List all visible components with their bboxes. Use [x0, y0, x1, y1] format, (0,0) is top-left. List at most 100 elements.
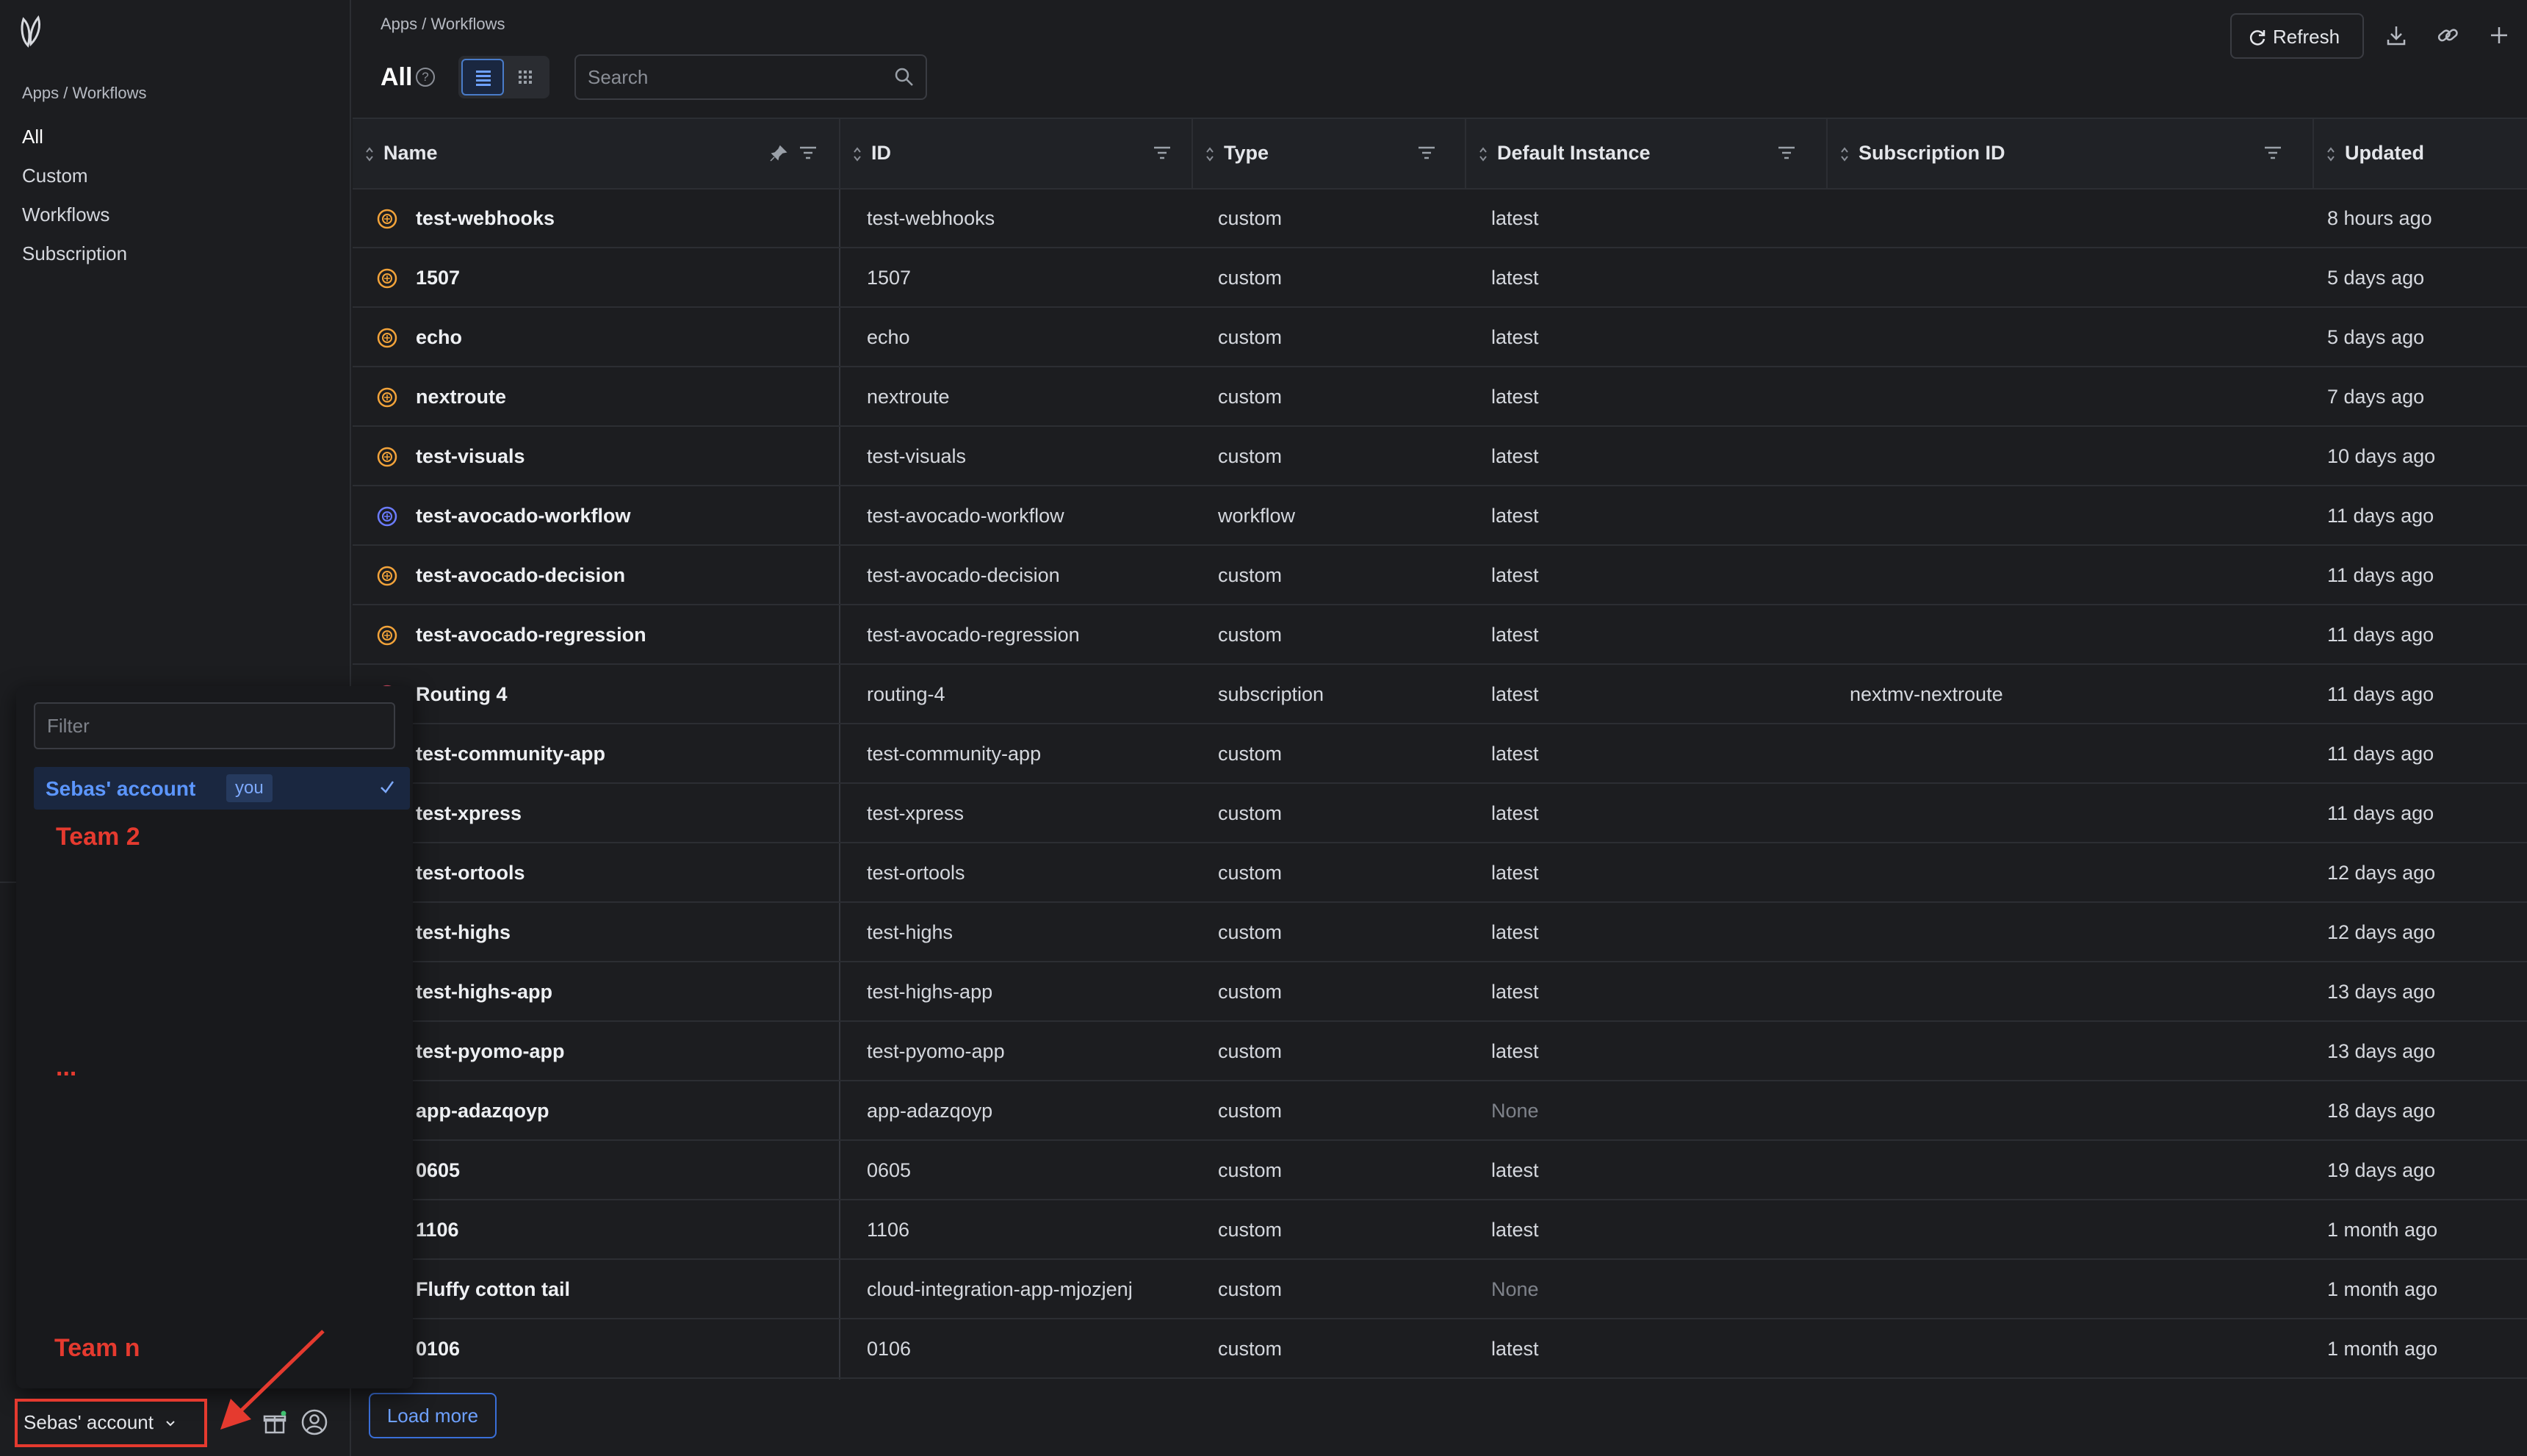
cell-updated: 5 days ago [2327, 326, 2425, 348]
cell-name[interactable]: app-adazqoyp [416, 1082, 549, 1139]
cell-name[interactable]: echo [416, 309, 462, 366]
cell-updated: 12 days ago [2327, 862, 2436, 884]
filter-icon[interactable] [1416, 144, 1437, 162]
table-row[interactable]: test-ortools test-ortools custom latest 12 d… [353, 844, 2527, 903]
sidebar-item-workflows[interactable]: Workflows [22, 201, 127, 240]
cell-id: app-adazqoyp [867, 1100, 993, 1122]
account-switcher-button[interactable]: Sebas' account [15, 1399, 207, 1447]
filter-icon[interactable] [1776, 144, 1797, 162]
account-option-current[interactable]: Sebas' account you [34, 767, 410, 810]
column-header-name[interactable]: Name [353, 119, 839, 190]
cell-name[interactable]: test-avocado-regression [416, 606, 646, 663]
cell-name[interactable]: nextroute [416, 368, 506, 425]
sort-icon[interactable] [364, 145, 375, 163]
cell-name[interactable]: test-ortools [416, 844, 525, 901]
column-header-type[interactable]: Type [1193, 119, 1457, 190]
cell-name[interactable]: test-highs-app [416, 963, 552, 1020]
cell-type: workflow [1218, 505, 1296, 527]
cell-name[interactable]: 1507 [416, 249, 460, 306]
cell-name[interactable]: test-visuals [416, 428, 525, 485]
filter-icon[interactable] [798, 144, 818, 162]
list-view-button[interactable] [461, 59, 504, 95]
main-content: Apps / Workflows All ? Search Refresh Na… [353, 0, 2527, 1456]
cell-id: test-avocado-workflow [867, 505, 1064, 527]
table-row[interactable]: 0605 0605 custom latest 19 days ago [353, 1142, 2527, 1200]
table-row[interactable]: test-avocado-decision test-avocado-decisi… [353, 547, 2527, 605]
cell-default-instance: latest [1491, 1040, 1539, 1062]
link-icon[interactable] [2434, 22, 2461, 48]
cell-name[interactable]: test-avocado-workflow [416, 487, 631, 544]
table-row[interactable]: test-pyomo-app test-pyomo-app custom latest… [353, 1023, 2527, 1081]
cell-default-instance: latest [1491, 267, 1539, 289]
search-input[interactable] [588, 56, 882, 98]
cell-id: 0106 [867, 1338, 912, 1360]
table-row[interactable]: 1106 1106 custom latest 1 month ago [353, 1201, 2527, 1260]
table-row[interactable]: Routing 4 routing-4 subscription latest next… [353, 666, 2527, 724]
cell-default-instance: latest [1491, 624, 1539, 646]
table-row[interactable]: test-webhooks test-webhooks custom latest 8 … [353, 190, 2527, 248]
sort-icon[interactable] [1478, 145, 1488, 163]
cell-id: test-ortools [867, 862, 965, 884]
cell-subscription-id: nextmv-nextroute [1850, 683, 2003, 705]
cell-default-instance: latest [1491, 862, 1539, 884]
cell-name[interactable]: 0106 [416, 1320, 460, 1377]
filter-icon[interactable] [1152, 144, 1172, 162]
custom-app-icon [377, 566, 397, 586]
cell-id: routing-4 [867, 683, 945, 705]
sidebar-item-all[interactable]: All [22, 123, 127, 162]
cell-name[interactable]: 0605 [416, 1142, 460, 1199]
table-row[interactable]: test-highs test-highs custom latest 12 days … [353, 904, 2527, 962]
cell-name[interactable]: 1106 [416, 1201, 459, 1258]
cell-name[interactable]: test-webhooks [416, 190, 555, 247]
cell-name[interactable]: test-highs [416, 904, 511, 961]
cell-id: test-highs [867, 921, 954, 943]
cell-name[interactable]: test-community-app [416, 725, 605, 782]
help-icon[interactable]: ? [416, 68, 435, 87]
cell-name[interactable]: Routing 4 [416, 666, 507, 723]
table-row[interactable]: 0106 0106 custom latest 1 month ago [353, 1320, 2527, 1379]
column-header-default-instance[interactable]: Default Instance [1466, 119, 1825, 190]
download-icon[interactable] [2383, 22, 2409, 48]
cell-type: custom [1218, 921, 1283, 943]
nextmv-logo-icon[interactable] [19, 15, 44, 48]
breadcrumb[interactable]: Apps / Workflows [381, 15, 505, 34]
cell-name[interactable]: test-xpress [416, 785, 522, 842]
filter-icon[interactable] [2263, 144, 2283, 162]
sidebar-item-subscription[interactable]: Subscription [22, 240, 127, 279]
sort-icon[interactable] [1205, 145, 1215, 163]
table-row[interactable]: app-adazqoyp app-adazqoyp custom None 18 day… [353, 1082, 2527, 1141]
account-filter-input[interactable] [47, 704, 385, 748]
sort-icon[interactable] [2326, 145, 2336, 163]
search-icon[interactable] [893, 66, 915, 88]
table-row[interactable]: Fluffy cotton tail cloud-integration-app-… [353, 1261, 2527, 1319]
grid-view-button[interactable] [504, 59, 547, 95]
table-row[interactable]: test-xpress test-xpress custom latest 11 day… [353, 785, 2527, 843]
cell-name[interactable]: Fluffy cotton tail [416, 1261, 570, 1318]
pin-icon[interactable] [768, 144, 789, 162]
sidebar-item-custom[interactable]: Custom [22, 162, 127, 201]
table-row[interactable]: test-avocado-regression test-avocado-regr… [353, 606, 2527, 665]
sort-icon[interactable] [1839, 145, 1850, 163]
table-row[interactable]: test-highs-app test-highs-app custom latest… [353, 963, 2527, 1022]
annotation-team-2: Team 2 [56, 823, 140, 851]
table-row[interactable]: 1507 1507 custom latest 5 days ago [353, 249, 2527, 308]
load-more-button[interactable]: Load more [369, 1393, 497, 1438]
cell-name[interactable]: test-avocado-decision [416, 547, 625, 604]
cell-updated: 11 days ago [2327, 624, 2434, 646]
refresh-button[interactable]: Refresh [2230, 13, 2364, 59]
column-header-updated[interactable]: Updated [2314, 119, 2527, 190]
table-row[interactable]: test-visuals test-visuals custom latest 10 d… [353, 428, 2527, 486]
table-row[interactable]: echo echo custom latest 5 days ago [353, 309, 2527, 367]
column-header-subscription-id[interactable]: Subscription ID [1828, 119, 2312, 190]
cell-updated: 11 days ago [2327, 564, 2434, 586]
cell-name[interactable]: test-pyomo-app [416, 1023, 565, 1080]
table-row[interactable]: test-community-app test-community-app cust… [353, 725, 2527, 784]
column-label: Type [1224, 142, 1269, 164]
list-icon [476, 71, 491, 86]
table-row[interactable]: nextroute nextroute custom latest 7 days ago [353, 368, 2527, 427]
cell-updated: 1 month ago [2327, 1338, 2438, 1360]
sort-icon[interactable] [852, 145, 862, 163]
table-row[interactable]: test-avocado-workflow test-avocado-workfl… [353, 487, 2527, 546]
column-label: Subscription ID [1859, 142, 2005, 164]
add-icon[interactable] [2486, 22, 2512, 48]
